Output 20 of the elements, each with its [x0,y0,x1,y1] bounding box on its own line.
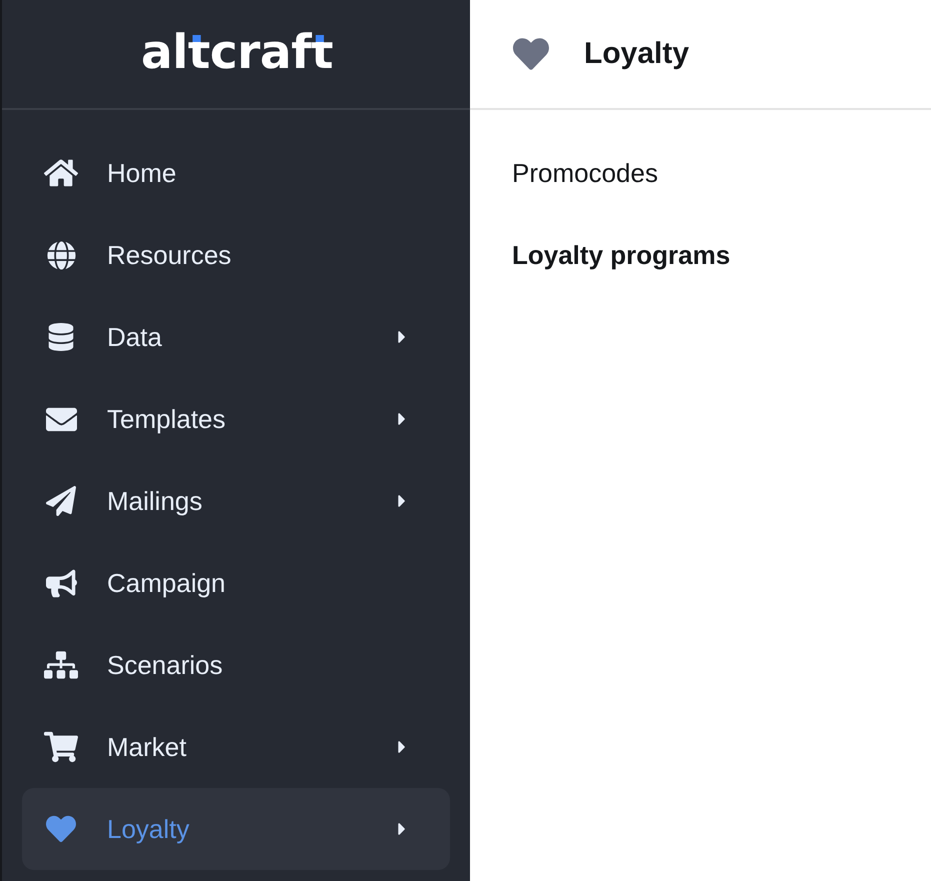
nav-item[interactable]: Templates [22,378,450,460]
heart-icon [513,36,549,72]
paper-plane-icon [46,486,76,516]
nav-item[interactable]: Resources [22,214,450,296]
nav-item[interactable]: Loyalty [22,788,450,870]
nav-item[interactable]: Mailings [22,460,450,542]
logo: altcraft [141,28,333,76]
database-icon [47,323,75,351]
nav-item[interactable]: Home [22,132,450,214]
globe-icon [46,240,76,270]
page-title: Loyalty [584,37,690,71]
nav-item[interactable]: Campaign [22,542,450,624]
submenu-link[interactable]: Loyalty programs [512,214,730,296]
nav-item[interactable]: Data [22,296,450,378]
nav-item[interactable]: Market [22,706,450,788]
nav-item[interactable]: Scenarios [22,624,450,706]
heart-icon [46,814,76,844]
megaphone-icon [46,568,76,598]
cart-icon [44,730,78,764]
submenu-link[interactable]: Promocodes [512,132,658,214]
